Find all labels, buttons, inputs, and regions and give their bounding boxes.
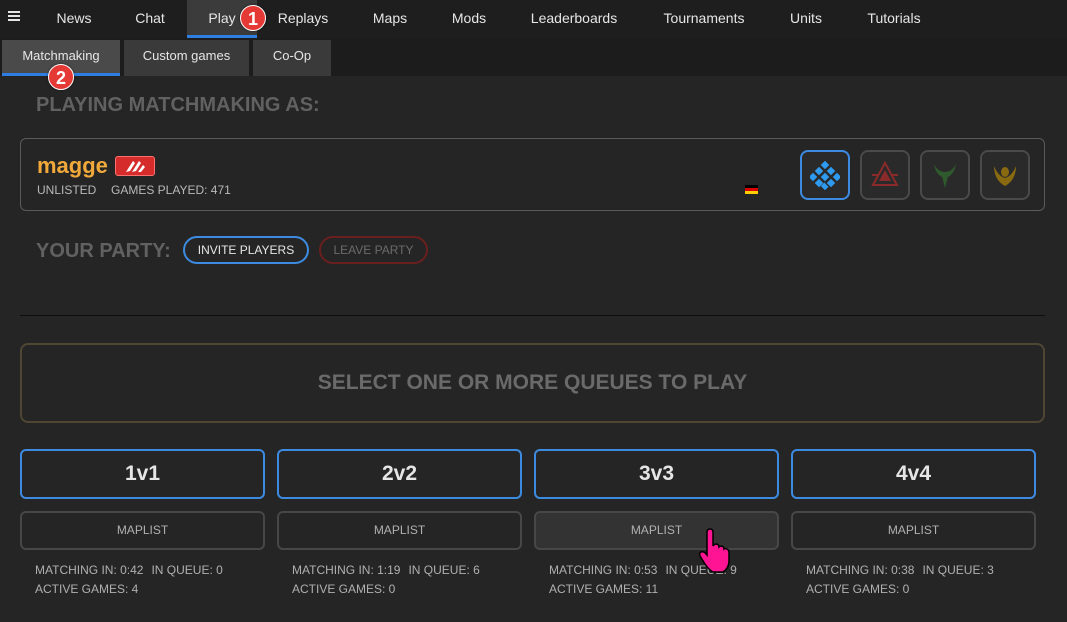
active-games: ACTIVE GAMES: 0 [292,582,396,596]
maplist-4v4-button[interactable]: MAPLIST [791,511,1036,550]
player-card: magge UNLISTED GAMES PLAYED: 471 [20,138,1045,211]
nav-tutorials[interactable]: Tutorials [858,0,930,38]
tab-co-op[interactable]: Co-Op [253,40,331,76]
active-games: ACTIVE GAMES: 11 [549,582,659,596]
queue-4v4-stats: MATCHING IN: 0:38 IN QUEUE: 3 ACTIVE GAME… [806,563,994,601]
top-navigation: News Chat Play Replays Maps Mods Leaderb… [0,0,1067,38]
nav-news[interactable]: News [38,0,110,38]
player-name: magge [37,153,108,178]
player-rank: UNLISTED [37,183,97,197]
invite-players-button[interactable]: INVITE PLAYERS [183,236,309,264]
protoss-race-icon [994,166,1016,186]
matching-time: MATCHING IN: 0:38 [806,563,915,577]
in-queue-count: IN QUEUE: 3 [922,563,994,577]
step-marker-2: 2 [48,64,74,90]
active-games: ACTIVE GAMES: 4 [35,582,139,596]
nav-mods[interactable]: Mods [434,0,504,38]
nav-leaderboards[interactable]: Leaderboards [522,0,626,38]
matching-time: MATCHING IN: 0:42 [35,563,144,577]
maplist-1v1-button[interactable]: MAPLIST [20,511,265,550]
nav-maps[interactable]: Maps [354,0,426,38]
nav-units[interactable]: Units [778,0,834,38]
queue-1v1-stats: MATCHING IN: 0:42 IN QUEUE: 0 ACTIVE GAME… [35,563,223,601]
race-random-button[interactable] [800,150,850,200]
queue-3v3-button[interactable]: 3v3 [534,449,779,499]
zerg-race-icon [934,164,956,188]
party-heading: YOUR PARTY: [36,240,171,262]
divider [20,315,1045,316]
hand-cursor-icon [698,528,730,573]
race-zerg-button[interactable] [920,150,970,200]
nav-tournaments[interactable]: Tournaments [652,0,756,38]
queue-1v1-button[interactable]: 1v1 [20,449,265,499]
race-protoss-button[interactable] [980,150,1030,200]
sub-navigation: Matchmaking Custom games Co-Op [0,38,1067,76]
matchmaking-heading: PLAYING MATCHMAKING AS: [36,94,320,116]
race-terran-button[interactable] [860,150,910,200]
maplist-2v2-button[interactable]: MAPLIST [277,511,522,550]
in-queue-count: IN QUEUE: 6 [408,563,480,577]
games-played: GAMES PLAYED: 471 [111,183,231,197]
random-race-icon [810,160,840,190]
leave-party-button[interactable]: LEAVE PARTY [319,236,428,264]
nav-replays[interactable]: Replays [267,0,339,38]
queue-4v4-button[interactable]: 4v4 [791,449,1036,499]
active-games: ACTIVE GAMES: 0 [806,582,910,596]
tab-custom-games[interactable]: Custom games [124,40,249,76]
terran-race-icon [871,160,899,186]
queue-2v2-button[interactable]: 2v2 [277,449,522,499]
rank-badge-icon [115,156,155,176]
queue-instruction-banner: SELECT ONE OR MORE QUEUES TO PLAY [20,343,1045,423]
matching-time: MATCHING IN: 0:53 [549,563,658,577]
step-marker-1: 1 [240,5,266,31]
queue-2v2-stats: MATCHING IN: 1:19 IN QUEUE: 6 ACTIVE GAME… [292,563,480,601]
in-queue-count: IN QUEUE: 0 [151,563,223,577]
germany-flag-icon [745,185,758,194]
matching-time: MATCHING IN: 1:19 [292,563,401,577]
nav-chat[interactable]: Chat [114,0,186,38]
menu-icon[interactable] [8,11,20,23]
maplist-3v3-button[interactable]: MAPLIST [534,511,779,550]
